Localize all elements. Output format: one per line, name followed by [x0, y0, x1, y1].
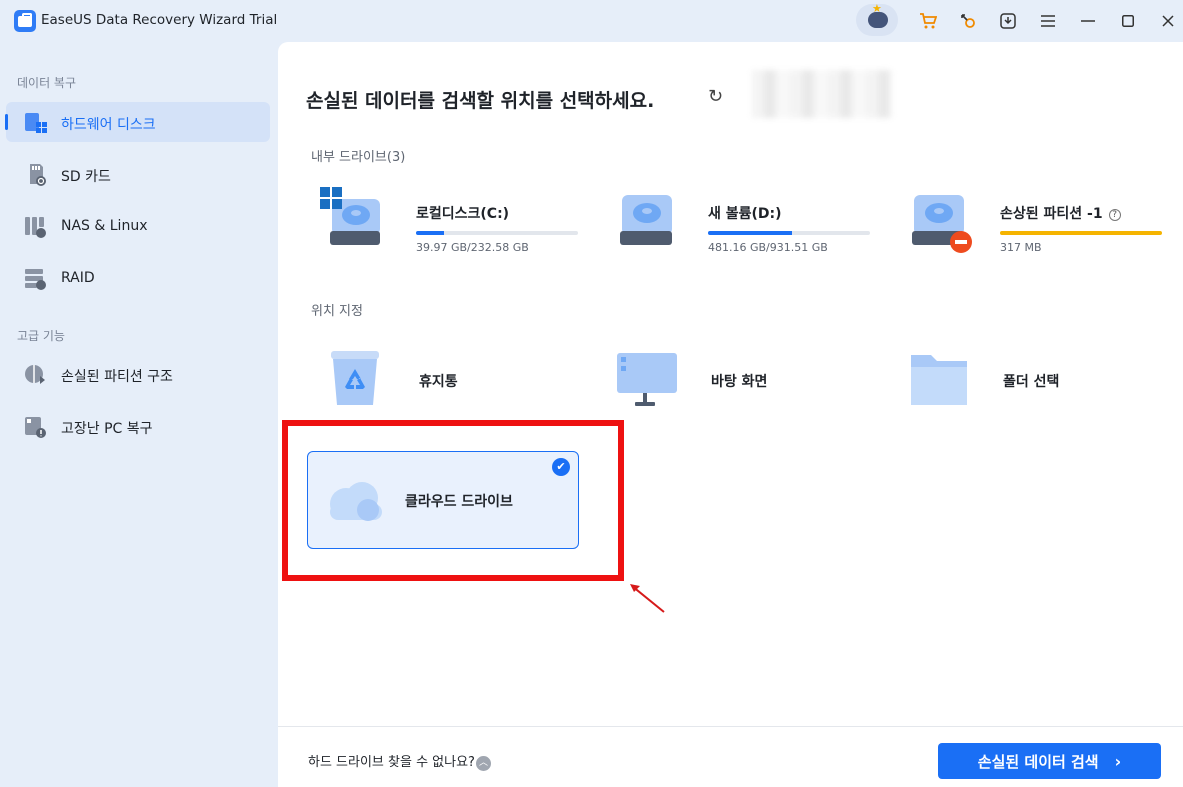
usage-bar [708, 231, 870, 235]
recycle-bin-icon [331, 351, 379, 405]
close-icon[interactable] [1155, 8, 1181, 34]
usage-fill [708, 231, 793, 235]
location-recycle-bin[interactable]: 휴지통 [323, 347, 593, 411]
section-advanced: 고급 기능 [17, 329, 65, 343]
drive-name: 손상된 파티션 -1? [1000, 203, 1121, 223]
sidebar: 데이터 복구 하드웨어 디스크 SD 카드 NAS & Linux RAID 고… [0, 42, 278, 787]
drive-card-d[interactable]: 새 볼륨(D:) 481.16 GB/931.51 GB [612, 187, 882, 257]
broken-pc-icon [25, 417, 46, 438]
chevron-up-icon[interactable]: ︿ [475, 756, 491, 771]
usage-fill [416, 231, 444, 235]
hard-disk-icon [25, 113, 47, 133]
location-desktop[interactable]: 바탕 화면 [615, 347, 885, 411]
drive-card-damaged-partition[interactable]: 손상된 파티션 -1? 317 MB [904, 187, 1174, 257]
app-logo-icon [14, 10, 36, 32]
sidebar-item-label: 고장난 PC 복구 [61, 421, 153, 437]
drive-size: 481.16 GB/931.51 GB [708, 241, 828, 254]
sidebar-item-nas-linux[interactable]: NAS & Linux [6, 206, 270, 246]
sidebar-item-lost-partition[interactable]: 손실된 파티션 구조 [6, 354, 270, 394]
drive-size: 39.97 GB/232.58 GB [416, 241, 529, 254]
sidebar-item-hard-disk[interactable]: 하드웨어 디스크 [5, 102, 270, 142]
usage-fill [1000, 231, 1162, 235]
refresh-icon[interactable]: ↻ [708, 86, 730, 108]
nas-icon [25, 217, 46, 238]
drive-name: 새 볼륨(D:) [708, 206, 782, 222]
sidebar-item-label: RAID [61, 270, 95, 286]
location-name: 휴지통 [419, 374, 458, 390]
hard-drive-icon [320, 187, 380, 245]
cannot-find-drive-link[interactable]: 하드 드라이브 찾을 수 없나요? ︿ [308, 751, 491, 771]
page-title: 손실된 데이터를 검색할 위치를 선택하세요. [306, 90, 655, 112]
internal-drives-label: 내부 드라이브(3) [311, 150, 406, 165]
sidebar-item-sd-card[interactable]: SD 카드 [6, 154, 270, 194]
location-name: 바탕 화면 [711, 374, 768, 390]
scan-lost-data-button[interactable]: 손실된 데이터 검색 › [938, 743, 1161, 779]
sd-card-icon [30, 164, 46, 186]
hard-drive-icon [620, 195, 672, 245]
usage-bar [1000, 231, 1162, 235]
sidebar-item-label: SD 카드 [61, 169, 111, 185]
partition-icon [25, 365, 45, 384]
footer-divider [278, 726, 1183, 727]
app-title: EaseUS Data Recovery Wizard Trial [41, 12, 278, 28]
desktop-icon [617, 353, 677, 406]
sidebar-item-broken-pc[interactable]: 고장난 PC 복구 [6, 406, 270, 446]
chevron-right-icon: › [1114, 751, 1122, 771]
highlight-annotation-box [282, 420, 624, 581]
help-icon[interactable]: ? [1108, 209, 1121, 221]
location-name: 폴더 선택 [1003, 374, 1060, 390]
menu-icon[interactable] [1035, 8, 1061, 34]
sidebar-item-raid[interactable]: RAID [6, 258, 270, 298]
damaged-drive-icon [912, 195, 972, 253]
main-panel: 손실된 데이터를 검색할 위치를 선택하세요. ↻ 내부 드라이브(3) 로컬디… [278, 42, 1183, 787]
drive-name: 로컬디스크(C:) [416, 206, 510, 222]
usage-bar [416, 231, 578, 235]
blurred-area [752, 70, 892, 118]
key-icon[interactable] [955, 8, 981, 34]
sidebar-item-label: 손실된 파티션 구조 [61, 369, 173, 385]
location-folder[interactable]: 폴더 선택 [907, 347, 1177, 411]
annotation-arrow-icon [630, 584, 665, 613]
raid-icon [25, 269, 46, 290]
maximize-icon[interactable] [1115, 8, 1141, 34]
cart-icon[interactable] [915, 8, 941, 34]
sidebar-item-label: NAS & Linux [61, 218, 148, 234]
folder-icon [911, 355, 967, 405]
section-data-recovery: 데이터 복구 [17, 76, 77, 90]
download-icon[interactable] [995, 8, 1021, 34]
sidebar-item-label: 하드웨어 디스크 [61, 117, 156, 133]
title-bar: EaseUS Data Recovery Wizard Trial ★ [0, 0, 1183, 42]
ai-assistant-icon[interactable]: ★ [856, 3, 898, 36]
location-label: 위치 지정 [311, 304, 363, 319]
drive-card-c[interactable]: 로컬디스크(C:) 39.97 GB/232.58 GB [320, 187, 590, 257]
drive-size: 317 MB [1000, 241, 1042, 254]
minimize-icon[interactable] [1075, 8, 1101, 34]
